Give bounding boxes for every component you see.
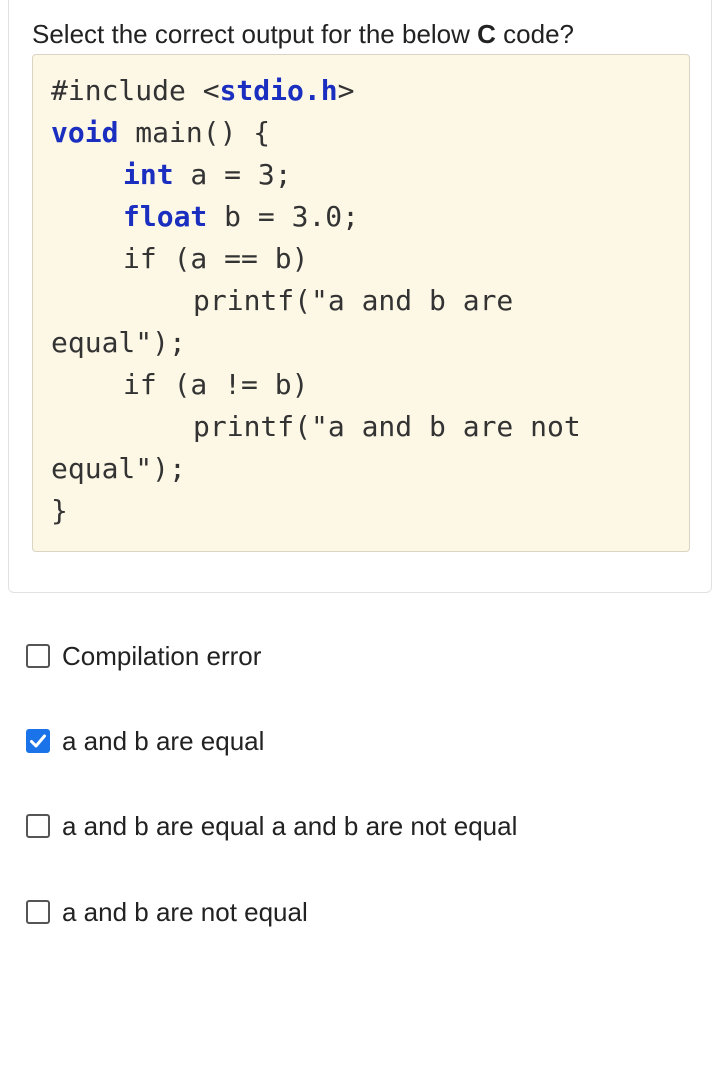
option-label: a and b are equal xyxy=(62,726,265,756)
question-language: C xyxy=(477,19,496,49)
question-prefix: Select the correct output for the below xyxy=(32,19,478,49)
option-label: a and b are equal a and b are not equal xyxy=(62,811,518,841)
code-line-6: printf("a and b are xyxy=(193,284,514,317)
option-label: a and b are not equal xyxy=(62,897,308,927)
checkbox[interactable] xyxy=(26,814,50,838)
option-not-equal[interactable]: a and b are not equal xyxy=(26,896,308,928)
code-line-10: equal"); xyxy=(51,452,186,485)
code-line-11: } xyxy=(51,494,68,527)
checkbox[interactable] xyxy=(26,644,50,668)
code-line-4: float b = 3.0; xyxy=(123,200,360,233)
option-both[interactable]: a and b are equal a and b are not equal xyxy=(26,810,517,842)
code-line-7: equal"); xyxy=(51,326,186,359)
code-line-3: int a = 3; xyxy=(123,158,292,191)
option-label: Compilation error xyxy=(62,641,262,671)
code-line-2: void main() { xyxy=(51,116,271,149)
code-line-8: if (a != b) xyxy=(123,368,309,401)
code-line-1: #include <stdio.h> xyxy=(51,74,355,107)
question-text: Select the correct output for the below … xyxy=(32,18,574,50)
checkbox-checked[interactable] xyxy=(26,729,50,753)
option-equal[interactable]: a and b are equal xyxy=(26,725,264,757)
checkmark-icon xyxy=(30,734,46,748)
code-line-9: printf("a and b are not xyxy=(193,410,581,443)
question-suffix: code? xyxy=(495,19,574,49)
option-compilation-error[interactable]: Compilation error xyxy=(26,640,261,672)
code-block: #include <stdio.h> void main() { int a =… xyxy=(32,54,690,552)
code-line-5: if (a == b) xyxy=(123,242,309,275)
checkbox[interactable] xyxy=(26,900,50,924)
